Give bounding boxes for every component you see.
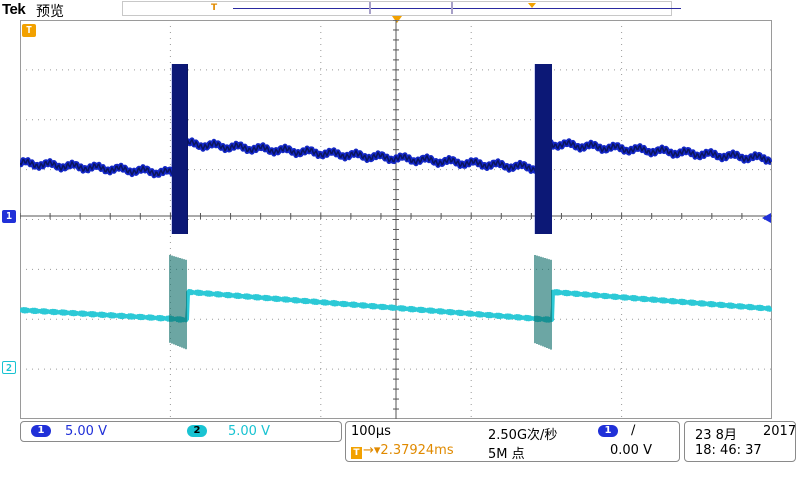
trigger-position: T →▾2.37924ms [351,443,454,459]
arrow-right-icon: →▾ [363,443,381,458]
trigger-level: 0.00 V [610,443,652,458]
trigger-source-badge[interactable]: 1 [598,425,618,437]
record-view-bar[interactable]: T [122,1,681,16]
date-time-panel: 23 8月 2017 18: 46: 37 [684,421,796,462]
sample-rate: 2.50G次/秒 [488,428,558,443]
record-trigger-arrow-icon [528,3,536,8]
timebase: 100µs [351,424,391,439]
trigger-position-icon: T [351,447,362,459]
record-trigger-marker: T [211,3,218,13]
brand-logo: Tek [2,1,26,18]
ch2-badge[interactable]: 2 [187,425,207,437]
ch2-scale: 5.00 V [228,424,270,439]
trigger-level-marker[interactable]: T [22,24,36,37]
trigger-slope-icon: ∕ [631,423,636,438]
status-bar: 1 5.00 V 2 5.00 V 100µs 2.50G次/秒 T →▾2.37… [0,419,800,480]
date: 23 8月 [695,428,737,443]
ch2-ground-marker[interactable]: 2 [2,361,16,374]
record-line [233,8,681,9]
record-length: 5M 点 [488,447,525,462]
ch1-ground-marker[interactable]: 1 [2,210,16,223]
top-bar: Tek 预览 T [0,0,800,23]
acquisition-mode-label: 预览 [36,4,64,20]
horizontal-trigger-panel[interactable]: 100µs 2.50G次/秒 T →▾2.37924ms 5M 点 1 ∕ 0.0… [345,421,680,462]
waveform-display[interactable] [20,20,772,419]
record-window[interactable] [369,2,453,14]
trigger-position-value: 2.37924ms [380,443,454,458]
year: 2017 [763,424,797,439]
graticule [20,20,772,419]
ch1-scale: 5.00 V [65,424,107,439]
clock: 18: 46: 37 [695,443,762,458]
ch1-trigger-level-arrow-icon [762,213,771,223]
channel-scale-panel[interactable]: 1 5.00 V 2 5.00 V [20,421,342,442]
ch1-burst [535,64,552,234]
ch1-badge[interactable]: 1 [31,425,51,437]
